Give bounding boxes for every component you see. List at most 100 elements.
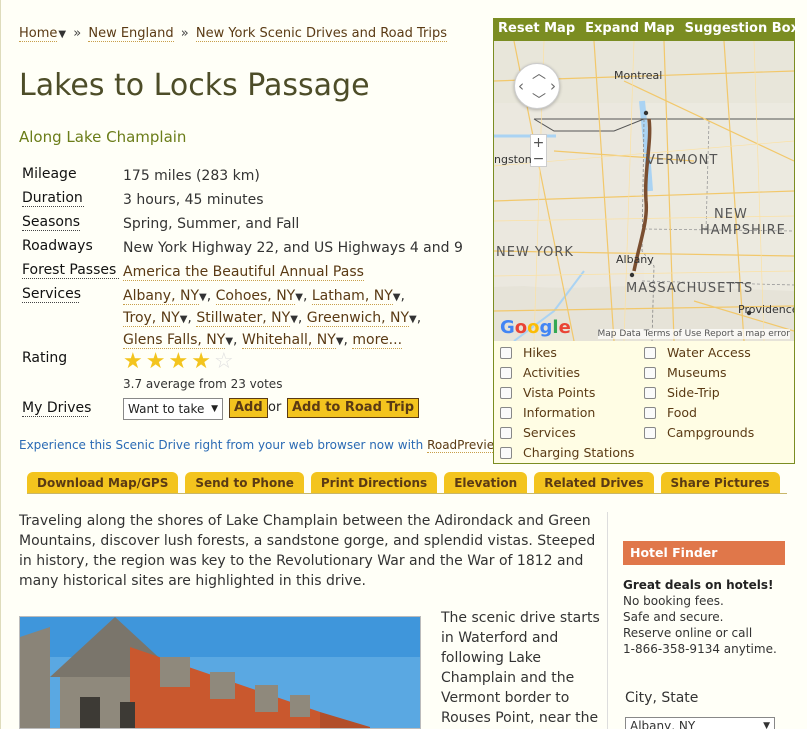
service-link[interactable]: Glens Falls, NY: [123, 332, 226, 349]
drive-description: The scenic drive starts in Waterford and…: [441, 610, 600, 726]
chevron-down-icon[interactable]: ▼: [180, 314, 188, 325]
tab-download-map-gps[interactable]: Download Map/GPS: [27, 472, 179, 494]
checkbox[interactable]: [500, 346, 512, 359]
zoom-in-button[interactable]: +: [531, 135, 546, 151]
layer-label: Side-Trip: [667, 385, 720, 400]
service-link[interactable]: Cohoes, NY: [215, 288, 296, 305]
pan-left-icon[interactable]: ‹: [518, 77, 524, 95]
tab-elevation[interactable]: Elevation: [444, 472, 528, 494]
layer-label: Vista Points: [523, 385, 596, 400]
rating-stars[interactable]: ★ ★ ★ ★ ☆: [123, 351, 234, 373]
map-canvas[interactable]: ︿ ﹀ ‹ › + − Montreal ngston VERMONT NEW …: [494, 41, 794, 341]
breadcrumb-home[interactable]: Home: [19, 26, 58, 42]
add-button[interactable]: Add: [229, 398, 268, 418]
checkbox[interactable]: [644, 386, 656, 399]
breadcrumb-separator: »: [73, 26, 82, 41]
reset-map-button[interactable]: Reset Map: [498, 21, 575, 39]
breadcrumb-current[interactable]: New York Scenic Drives and Road Trips: [195, 26, 447, 42]
map-label-new-hampshire-2: HAMPSHIRE: [700, 223, 786, 238]
tab-print-directions[interactable]: Print Directions: [310, 472, 438, 494]
map-pan-control[interactable]: ︿ ﹀ ‹ ›: [514, 63, 560, 109]
service-link[interactable]: Albany, NY: [123, 288, 200, 305]
layer-campgrounds[interactable]: Campgrounds: [644, 425, 754, 440]
seasons-value: Spring, Summer, and Fall: [123, 216, 300, 232]
suggestion-box-button[interactable]: Suggestion Box: [685, 21, 799, 39]
layer-hikes[interactable]: Hikes: [500, 345, 557, 360]
google-logo: Google: [500, 317, 571, 338]
layer-charging-stations[interactable]: Charging Stations: [500, 445, 634, 460]
forest-pass-link[interactable]: America the Beautiful Annual Pass: [123, 264, 364, 281]
checkbox[interactable]: [500, 366, 512, 379]
service-link[interactable]: Latham, NY: [311, 288, 393, 305]
star-empty-icon[interactable]: ☆: [214, 351, 234, 373]
checkbox[interactable]: [500, 406, 512, 419]
mydrives-select[interactable]: Want to take ▼: [123, 398, 223, 420]
layer-services[interactable]: Services: [500, 425, 576, 440]
map-label-albany: Albany: [616, 253, 654, 266]
layer-vista-points[interactable]: Vista Points: [500, 385, 595, 400]
service-link[interactable]: Stillwater, NY: [196, 310, 291, 327]
breadcrumb-region[interactable]: New England: [88, 26, 174, 42]
chevron-down-icon[interactable]: ▼: [199, 292, 207, 303]
services-label[interactable]: Services: [22, 286, 81, 303]
rating-votes: 3.7 average from 23 votes: [123, 377, 283, 391]
tab-related-drives[interactable]: Related Drives: [534, 472, 654, 494]
pan-right-icon[interactable]: ›: [550, 77, 556, 95]
service-link[interactable]: Troy, NY: [123, 310, 180, 327]
star-partial-icon[interactable]: ★: [191, 351, 211, 373]
checkbox[interactable]: [644, 406, 656, 419]
chevron-down-icon[interactable]: ▼: [409, 314, 417, 325]
chevron-down-icon[interactable]: ▼: [295, 292, 303, 303]
mileage-label: Mileage: [22, 166, 77, 182]
map-layers: Hikes Activities Vista Points Informatio…: [494, 341, 794, 460]
chevron-down-icon[interactable]: ▼: [225, 336, 233, 347]
layer-museums[interactable]: Museums: [644, 365, 727, 380]
roadpreview-link[interactable]: RoadPreview: [427, 438, 503, 453]
star-full-icon[interactable]: ★: [146, 351, 166, 373]
chevron-down-icon[interactable]: ▼: [290, 314, 298, 325]
star-full-icon[interactable]: ★: [168, 351, 188, 373]
mydrives-label[interactable]: My Drives: [22, 400, 91, 417]
chevron-down-icon[interactable]: ▼: [58, 29, 66, 40]
layer-food[interactable]: Food: [644, 405, 697, 420]
add-to-road-trip-button[interactable]: Add to Road Trip: [287, 398, 420, 418]
layer-water-access[interactable]: Water Access: [644, 345, 751, 360]
chevron-down-icon[interactable]: ▼: [393, 292, 401, 303]
rating-label: Rating: [22, 350, 68, 366]
layer-label: Food: [667, 405, 697, 420]
tab-share-pictures[interactable]: Share Pictures: [660, 472, 780, 494]
service-link[interactable]: Greenwich, NY: [306, 310, 410, 327]
seasons-label[interactable]: Seasons: [22, 214, 80, 231]
breadcrumb-separator: »: [180, 26, 189, 41]
duration-label[interactable]: Duration: [22, 190, 84, 207]
checkbox[interactable]: [644, 426, 656, 439]
checkbox[interactable]: [500, 446, 512, 459]
forest-passes-label[interactable]: Forest Passes: [22, 262, 119, 279]
city-state-label: City, State: [625, 690, 699, 706]
map-footer[interactable]: Map Data Terms of Use Report a map error: [597, 329, 790, 339]
breadcrumb: Home▼ » New England » New York Scenic Dr…: [19, 26, 447, 42]
checkbox[interactable]: [500, 426, 512, 439]
star-full-icon[interactable]: ★: [123, 351, 143, 373]
pan-down-icon[interactable]: ﹀: [532, 90, 546, 110]
city-state-select[interactable]: Albany, NY ▼: [625, 717, 775, 729]
layer-information[interactable]: Information: [500, 405, 595, 420]
experience-text: Experience this Scenic Drive right from …: [19, 438, 428, 452]
checkbox[interactable]: [644, 346, 656, 359]
checkbox[interactable]: [500, 386, 512, 399]
map-zoom-control[interactable]: + −: [530, 134, 547, 167]
map-label-new-york: NEW YORK: [496, 245, 574, 260]
checkbox[interactable]: [644, 366, 656, 379]
map-label-massachusetts: MASSACHUSETTS: [626, 281, 754, 296]
tab-send-to-phone[interactable]: Send to Phone: [185, 472, 304, 494]
expand-map-button[interactable]: Expand Map: [585, 21, 674, 39]
drive-photo[interactable]: [19, 616, 421, 729]
layer-activities[interactable]: Activities: [500, 365, 580, 380]
layer-side-trip[interactable]: Side-Trip: [644, 385, 720, 400]
zoom-out-button[interactable]: −: [531, 151, 546, 167]
service-link[interactable]: Whitehall, NY: [241, 332, 336, 349]
services-more-link[interactable]: more...: [352, 332, 403, 349]
chevron-down-icon[interactable]: ▼: [336, 336, 344, 347]
map-label-providence: Providence: [738, 303, 794, 316]
pan-up-icon[interactable]: ︿: [532, 63, 546, 83]
